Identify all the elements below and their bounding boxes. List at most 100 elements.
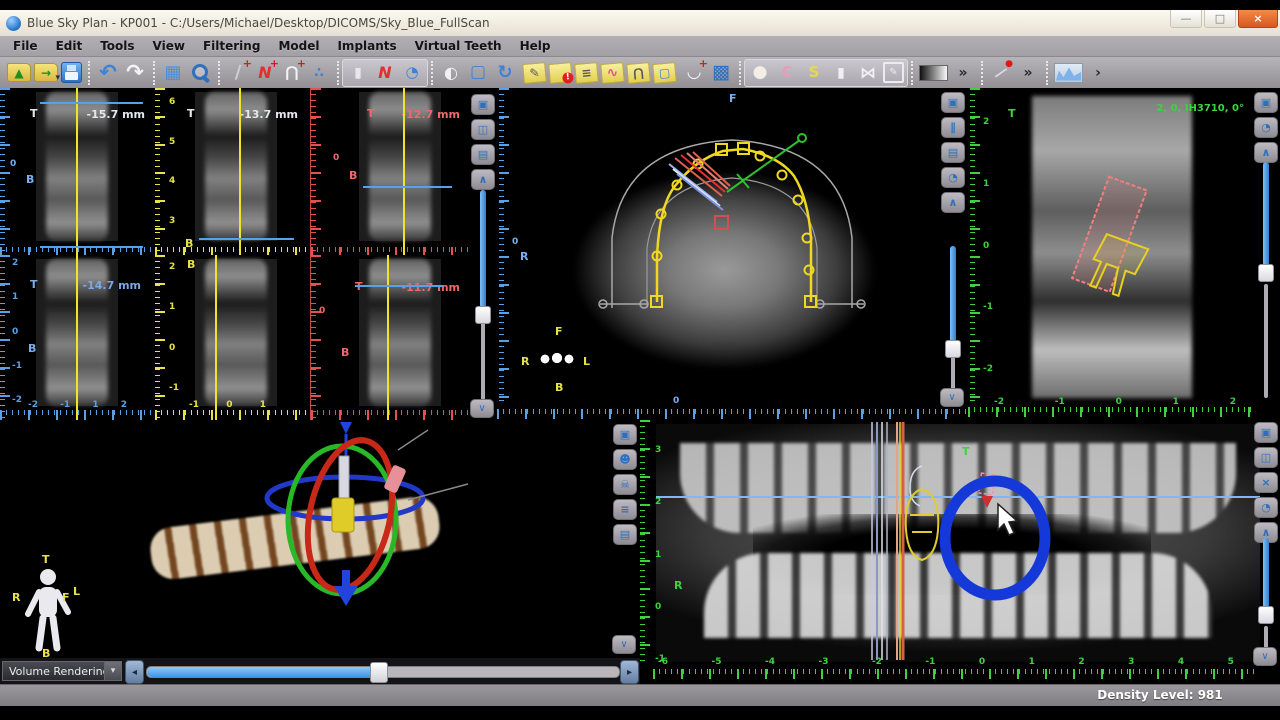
threshold-slider[interactable] xyxy=(146,666,620,678)
implant-tool-icon[interactable]: ▮ xyxy=(346,61,370,85)
volume-skull-icon[interactable]: ☠ xyxy=(613,474,637,495)
slices-layout-icon[interactable]: ◫ xyxy=(471,119,495,140)
surface-pattern-icon[interactable]: ▩ xyxy=(709,61,733,85)
volume-text-icon[interactable]: ≡ xyxy=(613,499,637,520)
axial-slice-slider[interactable] xyxy=(945,246,961,396)
implant-body[interactable] xyxy=(332,498,354,532)
slider-handle[interactable] xyxy=(945,340,961,358)
cross-up-icon[interactable]: ∧ xyxy=(1254,142,1278,163)
volume-expand-icon[interactable]: ▣ xyxy=(613,424,637,445)
pano-implant-icon[interactable]: ◔ xyxy=(1254,497,1278,518)
menu-item[interactable]: Edit xyxy=(47,36,92,56)
note-model-icon[interactable]: ▢ xyxy=(652,62,677,84)
threshold-right-arrow[interactable]: ▸ xyxy=(620,660,639,684)
overflow-2-icon[interactable]: » xyxy=(1016,61,1040,85)
slider-handle[interactable] xyxy=(1258,264,1274,282)
virtual-tooth-outline[interactable] xyxy=(906,490,939,561)
widget-arrow-up[interactable] xyxy=(340,422,352,434)
volume-figure-icon[interactable]: ☻ xyxy=(613,449,637,470)
axial-up-icon[interactable]: ∧ xyxy=(941,192,965,213)
undo-icon[interactable]: ↶ xyxy=(96,61,120,85)
cross-expand-icon[interactable]: ▣ xyxy=(1254,92,1278,113)
slice-cell[interactable]: 210-1-2 -2-112 T -14.7 mm B xyxy=(0,255,155,420)
curve-control-points[interactable] xyxy=(651,143,816,307)
histogram-icon[interactable] xyxy=(1054,63,1083,83)
menu-item[interactable]: Model xyxy=(269,36,328,56)
crown-tool-icon[interactable]: ● xyxy=(748,61,772,85)
add-nerve-icon[interactable]: N+ xyxy=(253,61,277,85)
minimize-button[interactable]: — xyxy=(1170,10,1202,28)
nerve-tool-icon[interactable]: N xyxy=(373,61,397,85)
add-marker-icon[interactable]: ∴ xyxy=(307,61,331,85)
axial-panel[interactable]: F 0 R 0 xyxy=(497,88,968,420)
overflow-3-icon[interactable]: › xyxy=(1086,61,1110,85)
menu-item[interactable]: Help xyxy=(511,36,560,56)
crosshair-hline[interactable] xyxy=(355,285,444,287)
axial-scroll-down-icon[interactable] xyxy=(940,388,964,407)
panoramic-curve-icon[interactable]: ◔ xyxy=(400,61,424,85)
menu-item[interactable]: Implants xyxy=(328,36,405,56)
volume-3d-panel[interactable]: T R F L B ▣☻☠≡▤ Volume Rendering ◂ ▸ xyxy=(0,420,640,684)
bridge-tool-icon[interactable]: ⋈ xyxy=(856,61,880,85)
crosshair-hline[interactable] xyxy=(199,238,294,240)
implant-tip-marker[interactable] xyxy=(981,496,993,508)
open-project-icon[interactable]: →▾ xyxy=(34,63,58,82)
threshold-left-arrow[interactable]: ◂ xyxy=(125,660,144,684)
slices-settings-icon[interactable]: ∧ xyxy=(471,169,495,190)
volume-scroll-down-icon[interactable] xyxy=(612,635,636,654)
note-list-icon[interactable]: ≡ xyxy=(574,62,599,84)
tooth-outline-white[interactable] xyxy=(910,466,922,506)
slice-cell[interactable]: T -11.7 mm 0 B xyxy=(310,255,470,420)
slice-cell[interactable]: 6543 T -13.7 mm B xyxy=(155,88,310,255)
note-warning-icon[interactable]: ! xyxy=(548,62,573,84)
slice-cell[interactable]: T -15.7 mm 0 B xyxy=(0,88,155,255)
axial-expand-icon[interactable]: ▣ xyxy=(941,92,965,113)
slice-cell[interactable]: T -12.7 mm 0 B xyxy=(310,88,470,255)
menu-item[interactable]: Filtering xyxy=(194,36,269,56)
menu-item[interactable]: File xyxy=(4,36,47,56)
maximize-button[interactable]: □ xyxy=(1204,10,1236,28)
density-view-icon[interactable]: ◐ xyxy=(439,61,463,85)
crosshair-vline[interactable] xyxy=(403,88,405,255)
open-scan-icon[interactable]: ▲ xyxy=(7,63,31,82)
slider-handle[interactable] xyxy=(475,306,491,324)
slice-position-lines-red[interactable] xyxy=(897,422,903,660)
selection-circle[interactable] xyxy=(945,481,1045,595)
slices-snapshot-icon[interactable]: ▤ xyxy=(471,144,495,165)
save-icon[interactable] xyxy=(61,62,82,83)
slice-position-lines-blue[interactable] xyxy=(872,422,887,660)
note-tooth-icon[interactable]: ⋂ xyxy=(626,62,651,84)
circle-c-tool-icon[interactable]: C xyxy=(775,61,799,85)
close-button[interactable]: × xyxy=(1238,10,1278,28)
crosshair-vline[interactable] xyxy=(387,255,389,420)
slices-scroll-slider[interactable] xyxy=(475,190,491,402)
cross-section-panel[interactable]: 210-1-2 -2-1012 T 2, 0, IH3710, 0° ▣◔∧ xyxy=(968,88,1280,420)
render-mode-dropdown[interactable]: Volume Rendering xyxy=(2,661,122,681)
crosshair-hline[interactable] xyxy=(40,246,143,248)
nerve-endpoint[interactable] xyxy=(798,134,806,142)
slices-scroll-down-icon[interactable] xyxy=(470,399,494,418)
crosshair-vline[interactable] xyxy=(76,88,78,255)
model-3d-icon[interactable]: ▢ xyxy=(466,61,490,85)
redo-icon[interactable]: ↷ xyxy=(123,61,147,85)
slider-handle[interactable] xyxy=(370,662,388,683)
cross-implant-icon[interactable]: ◔ xyxy=(1254,117,1278,138)
zoom-tool-icon[interactable] xyxy=(188,61,212,85)
slices-expand-icon[interactable]: ▣ xyxy=(471,94,495,115)
cross-slice-slider[interactable] xyxy=(1258,162,1274,398)
s-curve-tool-icon[interactable]: S xyxy=(802,61,826,85)
add-tooth-icon[interactable]: ⋂+ xyxy=(280,61,304,85)
arch-outline-inner[interactable] xyxy=(647,178,817,308)
axial-pause-icon[interactable]: ∥ xyxy=(941,117,965,138)
abutment-tool-icon[interactable]: ▮ xyxy=(829,61,853,85)
focus-square[interactable] xyxy=(715,216,728,229)
pano-scroll-down-icon[interactable] xyxy=(1253,647,1277,666)
pano-expand-icon[interactable]: ▣ xyxy=(1254,422,1278,443)
crosshair-hline[interactable] xyxy=(40,102,143,104)
brightness-gradient-icon[interactable] xyxy=(919,65,948,81)
slice-grid-icon[interactable]: ▦ xyxy=(161,61,185,85)
slider-track[interactable] xyxy=(1264,284,1268,398)
implant-angled-icon[interactable]: ∕● xyxy=(989,61,1013,85)
crosshair-hline[interactable] xyxy=(363,186,452,188)
panoramic-panel[interactable]: 3210-1 -6-5-4-3-2-1012345 T R xyxy=(640,420,1280,684)
